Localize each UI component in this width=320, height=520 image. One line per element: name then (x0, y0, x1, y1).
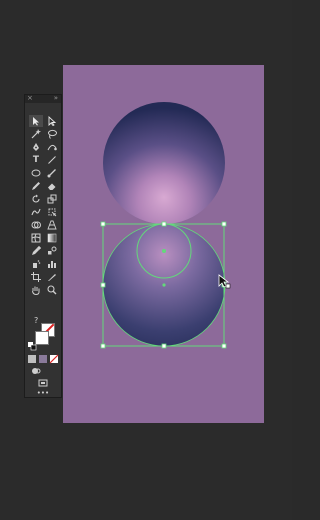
handle-top-left[interactable] (100, 221, 106, 227)
shape-builder-tool-icon[interactable] (29, 219, 43, 231)
lasso-tool-icon[interactable] (45, 128, 59, 140)
paintbrush-tool-icon[interactable] (45, 167, 59, 179)
blend-tool-icon[interactable] (45, 245, 59, 257)
magic-wand-tool-icon[interactable] (29, 128, 43, 140)
pen-tool-icon[interactable] (29, 141, 43, 153)
handle-top-center[interactable] (161, 221, 167, 227)
tools-panel-header[interactable]: × » (25, 93, 61, 103)
handle-bottom-center[interactable] (161, 343, 167, 349)
handle-bottom-right[interactable] (221, 343, 227, 349)
fill-swatch[interactable] (35, 331, 49, 345)
direct-selection-tool-icon[interactable] (45, 115, 59, 127)
help-icon[interactable]: ? (34, 316, 38, 325)
selection-tool-icon[interactable] (29, 115, 43, 127)
artboard-tool-icon[interactable] (29, 271, 43, 283)
eraser-tool-icon[interactable] (45, 180, 59, 192)
handle-bottom-left[interactable] (100, 343, 106, 349)
free-transform-tool-icon[interactable] (45, 206, 59, 218)
rotate-tool-icon[interactable] (29, 193, 43, 205)
line-tool-icon[interactable] (45, 154, 59, 166)
zoom-tool-icon[interactable] (45, 284, 59, 296)
more-tools-icon[interactable]: ••• (36, 387, 50, 399)
tools-panel[interactable]: × » T ? ••• (24, 94, 62, 398)
warp-tool-icon[interactable] (29, 206, 43, 218)
curvature-tool-icon[interactable] (45, 141, 59, 153)
hand-tool-icon[interactable] (29, 284, 43, 296)
pencil-tool-icon[interactable] (29, 180, 43, 192)
gradient-tool-icon[interactable] (45, 232, 59, 244)
slice-tool-icon[interactable] (45, 271, 59, 283)
collapse-icon[interactable]: » (54, 93, 58, 103)
handle-mid-left[interactable] (100, 282, 106, 288)
column-graph-tool-icon[interactable] (45, 258, 59, 270)
gradient-center-point[interactable] (162, 249, 166, 253)
draw-mode-icon[interactable] (29, 365, 43, 377)
symbol-sprayer-tool-icon[interactable] (29, 258, 43, 270)
none-mode-icon[interactable] (49, 353, 59, 365)
mesh-tool-icon[interactable] (29, 232, 43, 244)
object-center-point (162, 283, 166, 287)
color-mode-icon[interactable] (27, 353, 37, 365)
scale-tool-icon[interactable] (45, 193, 59, 205)
gradient-mode-icon[interactable] (38, 353, 48, 365)
perspective-grid-tool-icon[interactable] (45, 219, 59, 231)
close-icon[interactable]: × (27, 93, 33, 103)
default-colors-icon[interactable] (27, 340, 37, 352)
eyedropper-tool-icon[interactable] (29, 245, 43, 257)
ellipse-tool-icon[interactable] (29, 167, 43, 179)
handle-top-right[interactable] (221, 221, 227, 227)
type-tool-icon[interactable]: T (29, 154, 43, 166)
top-sphere[interactable] (103, 102, 225, 224)
